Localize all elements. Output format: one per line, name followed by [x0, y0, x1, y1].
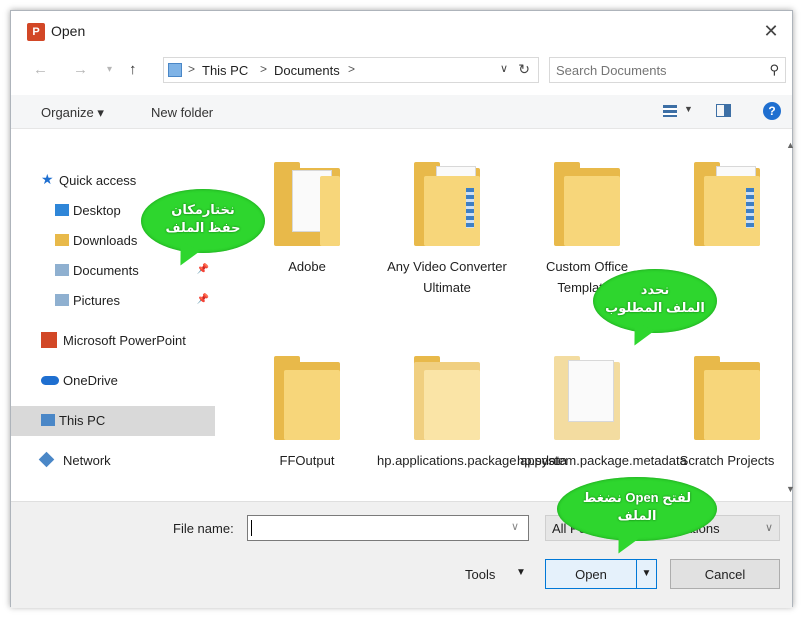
folder-icon — [694, 356, 760, 440]
breadcrumb-documents[interactable]: Documents — [274, 63, 340, 78]
breadcrumb-separator: > — [188, 62, 196, 76]
pc-icon — [41, 414, 55, 426]
folder-item[interactable]: FFOutput — [237, 356, 377, 470]
callout-text: الملف — [617, 508, 657, 523]
search-box[interactable]: ⚲ — [549, 57, 786, 83]
new-folder-button[interactable]: New folder — [151, 105, 213, 120]
address-dropdown-icon[interactable]: ∨ — [500, 62, 508, 75]
file-name-input[interactable] — [247, 515, 529, 541]
folder-icon — [414, 356, 480, 440]
nav-label: This PC — [59, 413, 106, 428]
documents-icon — [55, 264, 69, 276]
folder-icon — [274, 356, 340, 440]
folder-item[interactable]: hp.system.package.metadata — [517, 356, 687, 470]
open-button-label: Open — [575, 567, 607, 582]
address-bar[interactable]: > This PC > Documents > ∨ ↻ — [163, 57, 539, 83]
breadcrumb-separator: > — [348, 62, 356, 76]
desktop-folder-icon — [55, 204, 69, 216]
nav-label: Quick access — [59, 173, 137, 188]
folder-icon — [554, 356, 620, 440]
cancel-button[interactable]: Cancel — [670, 559, 780, 589]
nav-label: Downloads — [73, 233, 138, 248]
forward-arrow-icon[interactable]: → — [73, 61, 88, 78]
pictures-icon — [55, 294, 69, 306]
back-arrow-icon[interactable]: ← — [33, 61, 48, 78]
scroll-up-icon[interactable]: ▲ — [786, 140, 795, 150]
recent-chevron-icon[interactable]: ▾ — [107, 64, 112, 75]
navigation-pane: ★ Quick access Desktop 📌 Downloads 📌 Doc… — [11, 130, 215, 470]
help-icon[interactable]: ? — [763, 102, 781, 120]
callout-choose-location: نختارمكان حفظ الملف — [141, 189, 265, 271]
folder-name: hp.system.package.metadata — [517, 453, 687, 468]
folder-item[interactable]: Any Video Converter Ultimate — [377, 162, 517, 298]
nav-item-network[interactable]: Network — [11, 446, 215, 476]
folder-icon — [694, 162, 760, 246]
close-button[interactable]: ✕ — [756, 17, 786, 45]
vertical-scrollbar[interactable]: ▲ ▼ — [786, 130, 795, 500]
callout-press-open: نضغط Open لفتح الملف — [557, 477, 717, 559]
star-icon: ★ — [41, 171, 54, 187]
nav-label: Documents — [73, 263, 139, 278]
tools-menu[interactable]: Tools — [465, 567, 495, 582]
file-name-label: File name: — [173, 521, 234, 536]
powerpoint-app-icon: P — [27, 23, 45, 41]
folder-name: hp.applications.package.appdata — [377, 453, 568, 468]
folder-name: Scratch Projects — [679, 453, 775, 468]
preview-pane-icon[interactable] — [716, 104, 731, 117]
callout-select-file: نحدد الملف المطلوب — [593, 269, 717, 351]
folder-name: FFOutput — [279, 453, 335, 468]
callout-text: حفظ الملف — [165, 220, 241, 235]
chevron-down-icon: ∨ — [764, 522, 773, 534]
nav-item-this-pc[interactable]: This PC — [11, 406, 215, 436]
this-pc-icon — [168, 63, 182, 77]
callout-text: نضغط Open لفتح — [582, 490, 692, 505]
callout-text: نختارمكان — [171, 202, 235, 217]
folder-item[interactable] — [657, 162, 794, 256]
breadcrumb-this-pc[interactable]: This PC — [202, 63, 248, 78]
pin-icon: 📌 — [196, 294, 209, 305]
folder-name: Adobe — [288, 259, 326, 274]
cancel-button-label: Cancel — [704, 567, 746, 582]
folder-icon — [554, 162, 620, 246]
command-toolbar: Organize ▾ New folder ▼ ? — [11, 95, 792, 129]
nav-label: Desktop — [73, 203, 121, 218]
refresh-icon[interactable]: ↻ — [518, 61, 530, 78]
file-name-dropdown-icon[interactable]: ∨ — [511, 520, 519, 533]
powerpoint-icon — [41, 332, 57, 348]
folder-icon — [274, 162, 340, 246]
search-input[interactable] — [556, 61, 756, 79]
nav-label: Network — [63, 453, 111, 468]
breadcrumb-separator: > — [260, 62, 268, 76]
network-icon — [38, 451, 55, 468]
tools-dropdown-icon[interactable]: ▼ — [516, 567, 526, 578]
change-view-icon[interactable] — [663, 105, 677, 117]
open-options-dropdown-icon[interactable]: ▼ — [636, 560, 656, 588]
folder-item[interactable]: Scratch Projects — [657, 356, 794, 470]
cloud-icon — [41, 376, 59, 385]
nav-label: Pictures — [73, 293, 120, 308]
folder-name: Any Video Converter Ultimate — [387, 259, 507, 295]
title-bar: P Open ✕ — [11, 11, 792, 51]
nav-item-onedrive[interactable]: OneDrive — [11, 366, 215, 396]
scroll-down-icon[interactable]: ▼ — [786, 484, 795, 494]
address-row: ← → ▾ ↑ > This PC > Documents > ∨ ↻ ⚲ — [11, 57, 792, 85]
open-button[interactable]: Open ▼ — [545, 559, 657, 589]
search-icon[interactable]: ⚲ — [769, 62, 779, 78]
callout-text: نحدد — [640, 282, 670, 297]
callout-text: الملف المطلوب — [605, 300, 705, 315]
nav-label: Microsoft PowerPoint — [63, 333, 186, 348]
nav-item-pictures[interactable]: Pictures 📌 — [11, 286, 215, 316]
folder-item[interactable]: hp.applications.package.appdata — [377, 356, 568, 470]
download-icon — [55, 234, 69, 246]
nav-item-microsoft-powerpoint[interactable]: Microsoft PowerPoint — [11, 326, 215, 356]
folder-icon — [414, 162, 480, 246]
up-arrow-icon[interactable]: ↑ — [129, 61, 137, 78]
dialog-title: Open — [51, 23, 86, 39]
nav-label: OneDrive — [63, 373, 118, 388]
open-dialog: P Open ✕ ← → ▾ ↑ > This PC > Documents >… — [10, 10, 795, 608]
view-options-chevron-icon[interactable]: ▼ — [684, 104, 693, 114]
pin-icon: 📌 — [196, 264, 209, 275]
organize-menu[interactable]: Organize ▾ — [41, 105, 104, 121]
